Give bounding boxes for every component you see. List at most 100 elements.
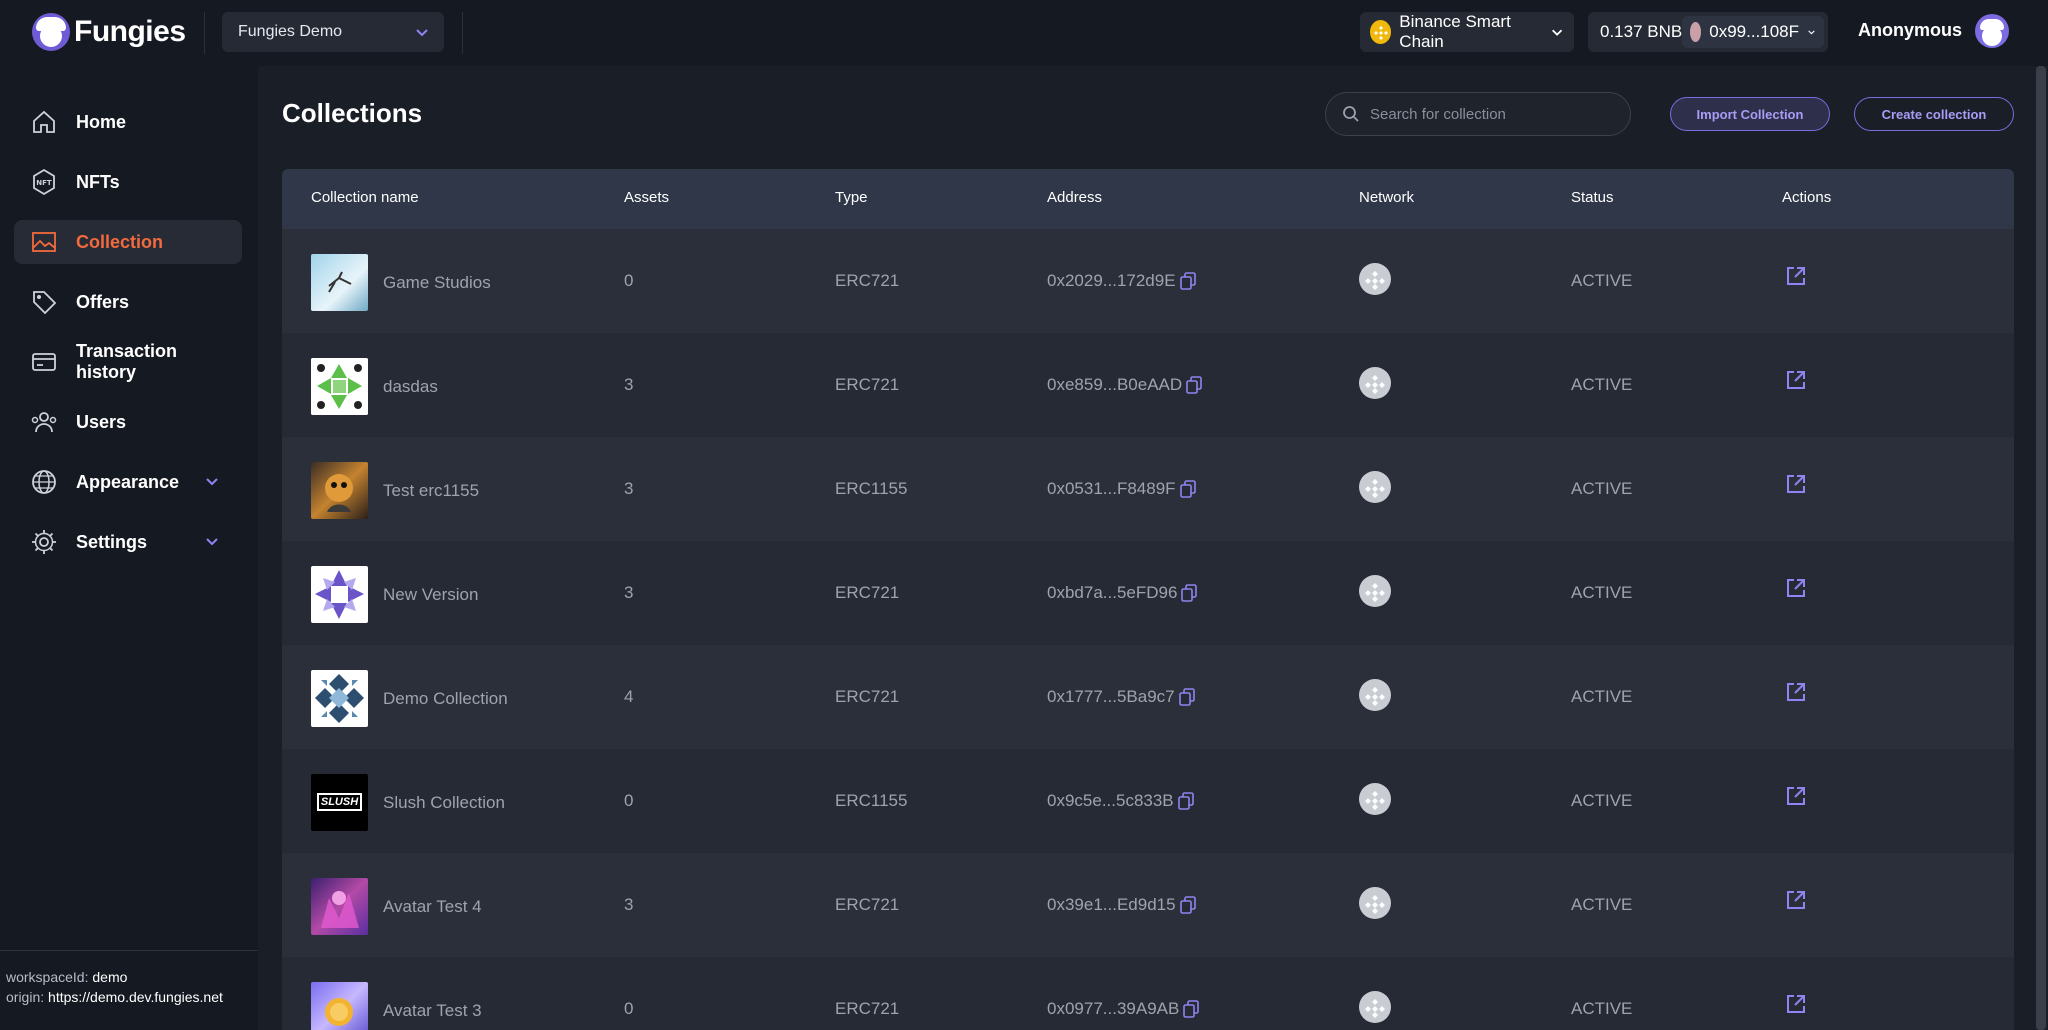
copy-icon[interactable] xyxy=(1183,1000,1200,1018)
collection-name-cell[interactable]: New Version xyxy=(311,566,478,623)
collection-name: New Version xyxy=(383,584,479,604)
collection-name-cell[interactable]: SLUSH Slush Collection xyxy=(311,774,505,831)
column-header-type[interactable]: Type xyxy=(835,189,868,206)
external-link-icon[interactable] xyxy=(1784,576,1808,600)
external-link-icon[interactable] xyxy=(1784,368,1808,392)
mushroom-logo-icon xyxy=(32,13,70,51)
external-link-icon[interactable] xyxy=(1784,472,1808,496)
token-type: ERC721 xyxy=(835,583,900,602)
search-placeholder: Search for collection xyxy=(1370,105,1506,123)
copy-icon[interactable] xyxy=(1178,688,1195,706)
copy-icon[interactable] xyxy=(1181,584,1198,602)
collection-name: Avatar Test 3 xyxy=(383,1000,482,1020)
user-avatar[interactable] xyxy=(1975,14,2009,48)
chevron-down-icon xyxy=(1808,30,1815,35)
token-type: ERC721 xyxy=(835,895,900,914)
sidebar-item-users[interactable]: Users xyxy=(14,400,242,444)
chevron-down-icon xyxy=(206,478,218,486)
sidebar-item-label: Home xyxy=(76,111,127,132)
status-badge: ACTIVE xyxy=(1571,687,1633,706)
wallet-avatar xyxy=(1690,22,1702,42)
token-type: ERC721 xyxy=(835,375,900,394)
workspace-select[interactable]: Fungies Demo xyxy=(222,12,444,52)
origin-value: https://demo.dev.fungies.net xyxy=(48,989,223,1005)
collection-name-cell[interactable]: Test erc1155 xyxy=(311,462,479,519)
collection-thumbnail xyxy=(311,878,368,935)
page-title: Collections xyxy=(282,98,423,128)
column-header-name[interactable]: Collection name xyxy=(311,189,419,206)
create-collection-button[interactable]: Create collection xyxy=(1854,97,2014,131)
table-row[interactable]: New Version 3 ERC721 0xbd7a...5eFD96 ACTIVE xyxy=(282,541,2014,645)
sidebar-item-label: Settings xyxy=(76,531,148,552)
column-header-network[interactable]: Network xyxy=(1359,189,1414,206)
sidebar-item-home[interactable]: Home xyxy=(14,100,242,144)
collection-name-cell[interactable]: Game Studios xyxy=(311,254,491,311)
address-cell: 0x9c5e...5c833B xyxy=(1047,791,1194,811)
address-cell: 0x0531...F8489F xyxy=(1047,479,1196,499)
bnb-network-icon xyxy=(1359,263,1391,295)
table-header: Collection name Assets Type Address Netw… xyxy=(282,169,2014,229)
copy-icon[interactable] xyxy=(1179,272,1196,290)
table-row[interactable]: SLUSH Slush Collection 0 ERC1155 0x9c5e...5c… xyxy=(282,749,2014,853)
address-cell: 0x1777...5Ba9c7 xyxy=(1047,687,1195,707)
external-link-icon[interactable] xyxy=(1784,992,1808,1016)
scrollbar-thumb[interactable] xyxy=(2036,66,2046,1030)
column-header-assets[interactable]: Assets xyxy=(624,189,669,206)
assets-count: 0 xyxy=(624,271,634,290)
sidebar-item-label: Users xyxy=(76,411,127,432)
app-logo[interactable]: Fungies xyxy=(32,13,186,51)
copy-icon[interactable] xyxy=(1186,376,1202,394)
token-type: ERC721 xyxy=(835,271,900,290)
collection-name-cell[interactable]: dasdas xyxy=(311,358,438,415)
sidebar-item-nfts[interactable]: NFT NFTs xyxy=(14,160,242,204)
table-row[interactable]: dasdas 3 ERC721 0xe859...B0eAAD ACTIVE xyxy=(282,333,2014,437)
home-icon xyxy=(30,108,58,136)
table-row[interactable]: Game Studios 0 ERC721 0x2029...172d9E ACTIVE xyxy=(282,229,2014,333)
address-cell: 0x39e1...Ed9d15 xyxy=(1047,895,1196,915)
sidebar-item-settings[interactable]: Settings xyxy=(14,520,242,564)
bnb-coin-icon xyxy=(1370,20,1392,44)
user-name[interactable]: Anonymous xyxy=(1858,20,1962,41)
copy-icon[interactable] xyxy=(1177,792,1194,810)
column-header-status[interactable]: Status xyxy=(1571,189,1614,206)
collection-thumbnail xyxy=(311,254,368,311)
search-input[interactable]: Search for collection xyxy=(1325,92,1631,136)
table-row[interactable]: Avatar Test 4 3 ERC721 0x39e1...Ed9d15 ACTIV… xyxy=(282,853,2014,957)
collection-thumbnail: SLUSH xyxy=(311,774,368,831)
copy-icon[interactable] xyxy=(1179,480,1196,498)
collection-name: Game Studios xyxy=(383,272,491,292)
collection-thumbnail xyxy=(311,566,368,623)
sidebar-item-offers[interactable]: Offers xyxy=(14,280,242,324)
external-link-icon[interactable] xyxy=(1784,888,1808,912)
wallet-address-button[interactable]: 0x99...108F xyxy=(1682,16,1824,48)
sidebar-item-transaction-history[interactable]: Transaction history xyxy=(14,340,242,384)
external-link-icon[interactable] xyxy=(1784,680,1808,704)
address-cell: 0xe859...B0eAAD xyxy=(1047,375,1202,395)
table-row[interactable]: Test erc1155 3 ERC1155 0x0531...F8489F ACTIV… xyxy=(282,437,2014,541)
network-select[interactable]: Binance Smart Chain xyxy=(1360,12,1574,52)
token-type: ERC1155 xyxy=(835,791,908,810)
globe-icon xyxy=(30,468,58,496)
copy-icon[interactable] xyxy=(1179,896,1196,914)
address-cell: 0x2029...172d9E xyxy=(1047,271,1196,291)
workspace-id-line: workspaceId: demo xyxy=(6,969,128,985)
chevron-down-icon xyxy=(1551,29,1562,36)
status-badge: ACTIVE xyxy=(1571,895,1633,914)
collection-name-cell[interactable]: Demo Collection xyxy=(311,670,508,727)
collection-name-cell[interactable]: Avatar Test 4 xyxy=(311,878,482,935)
receipt-icon xyxy=(30,348,58,376)
wallet-balance: 0.137 BNB xyxy=(1600,22,1683,41)
bnb-network-icon xyxy=(1359,679,1391,711)
external-link-icon[interactable] xyxy=(1784,264,1808,288)
wallet-pill[interactable]: 0.137 BNB 0x99...108F xyxy=(1588,12,1828,52)
token-type: ERC721 xyxy=(835,999,900,1018)
collection-name-cell[interactable]: Avatar Test 3 xyxy=(311,982,482,1030)
import-collection-button[interactable]: Import Collection xyxy=(1670,97,1830,131)
column-header-address[interactable]: Address xyxy=(1047,189,1102,206)
sidebar-item-collection[interactable]: Collection xyxy=(14,220,242,264)
sidebar-item-appearance[interactable]: Appearance xyxy=(14,460,242,504)
table-row[interactable]: Avatar Test 3 0 ERC721 0x0977...39A9AB ACTIV… xyxy=(282,957,2014,1030)
external-link-icon[interactable] xyxy=(1784,784,1808,808)
assets-count: 3 xyxy=(624,895,634,914)
table-row[interactable]: Demo Collection 4 ERC721 0x1777...5Ba9c7 ACT… xyxy=(282,645,2014,749)
